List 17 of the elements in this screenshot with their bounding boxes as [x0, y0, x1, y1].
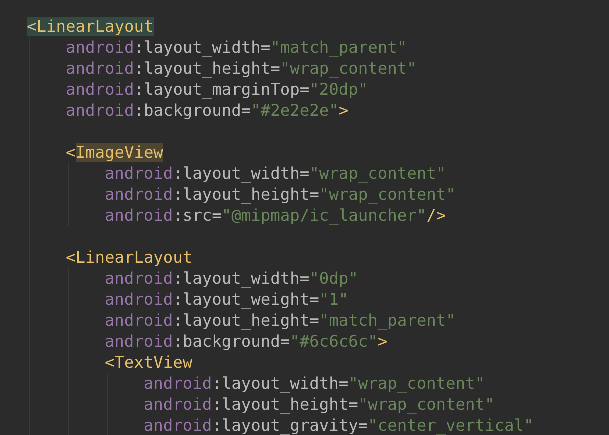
code-line: <TextView: [104, 352, 193, 373]
code-line: android:layout_weight="1": [104, 289, 349, 310]
code-line: android:layout_width="0dp": [104, 268, 358, 289]
code-line: <ImageView: [66, 142, 164, 163]
code-line: android:layout_width="match_parent": [66, 37, 408, 58]
code-line: android:layout_width="wrap_content": [104, 163, 446, 184]
code-line: android:src="@mipmap/ic_launcher"/>: [104, 205, 446, 226]
code-line: android:layout_height="match_parent": [104, 310, 456, 331]
code-line: android:layout_gravity="center_vertical": [144, 415, 534, 435]
code-line: android:layout_marginTop="20dp": [66, 79, 368, 100]
code-line: <LinearLayout: [66, 247, 193, 268]
code-line: android:layout_width="wrap_content": [144, 373, 486, 394]
code-line: android:layout_height="wrap_content": [66, 58, 417, 79]
code-line: android:background="#2e2e2e">: [66, 100, 349, 121]
code-line: android:background="#6c6c6c">: [104, 331, 388, 352]
code-line: android:layout_height="wrap_content": [104, 184, 456, 205]
code-line: android:layout_height="wrap_content": [144, 394, 495, 415]
